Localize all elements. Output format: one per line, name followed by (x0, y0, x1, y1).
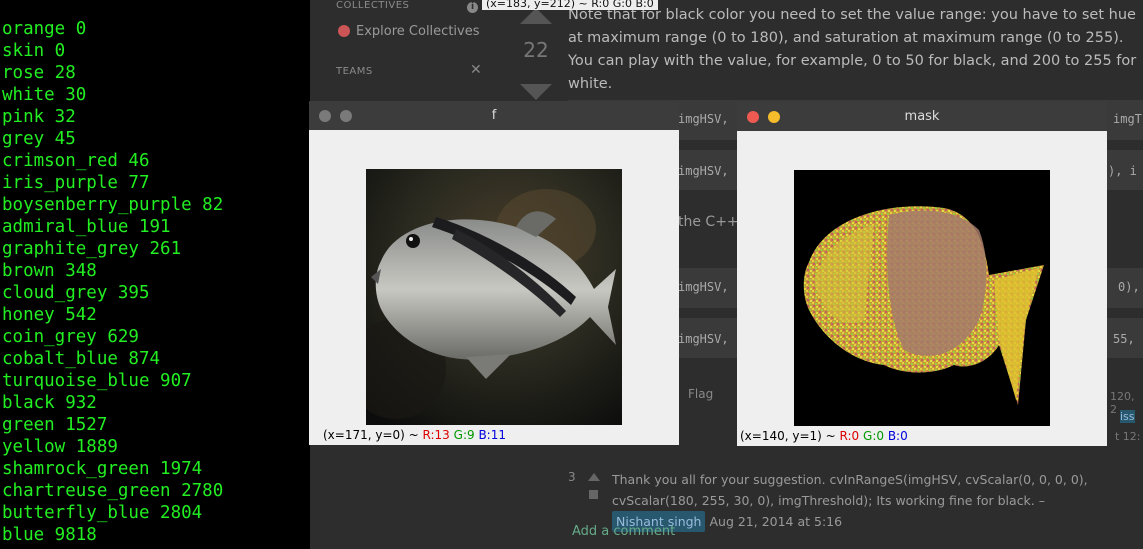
image-window-f: f (x=171, y=0) ~ R:13 G:9 B:11 (309, 101, 679, 445)
add-comment-link[interactable]: Add a comment (572, 524, 675, 539)
terminal-line: cloud_grey 395 (2, 283, 150, 303)
status-blue: B:11 (478, 428, 506, 442)
code-line: 0), (1118, 280, 1140, 294)
code-line: ), i (1108, 164, 1137, 178)
terminal-line: brown 348 (2, 261, 97, 281)
comment-date: Aug 21, 2014 at 5:16 (709, 514, 843, 529)
status-coords: (x=171, y=0) ~ (323, 428, 423, 442)
fish-image[interactable] (366, 169, 622, 425)
comment-score: 3 (568, 470, 576, 484)
terminal-line: cobalt_blue 874 (2, 349, 161, 369)
pixel-status: (x=140, y=1) ~ R:0 G:0 B:0 (740, 429, 908, 443)
window-title: mask (904, 109, 940, 124)
terminal-line: blue 9818 (2, 525, 97, 545)
terminal-line: honey 542 (2, 305, 97, 325)
image-window-mask: mask (x=140, y=1) ~ R:0 G:0 B:0 (737, 102, 1107, 446)
window-title: f (491, 108, 497, 123)
comment-flag-icon[interactable] (589, 490, 598, 499)
terminal-line: admiral_blue 191 (2, 217, 171, 237)
terminal-line: turquoise_blue 907 (2, 371, 192, 391)
mask-image[interactable] (794, 170, 1050, 426)
terminal-line: grey 45 (2, 129, 76, 149)
code-line: imgHSV, (678, 280, 729, 294)
terminal-line: boysenberry_purple 82 (2, 195, 224, 215)
status-blue: B:0 (887, 429, 908, 443)
code-line: 55, (1113, 332, 1135, 346)
terminal-line: graphite_grey 261 (2, 239, 182, 259)
terminal-line: black 932 (2, 393, 97, 413)
status-green: G:9 (453, 428, 475, 442)
pixel-status: (x=171, y=0) ~ R:13 G:9 B:11 (323, 428, 506, 442)
upvote-icon[interactable] (520, 8, 552, 24)
terminal-line: butterfly_blue 2804 (2, 503, 203, 523)
terminal-line: crimson_red 46 (2, 151, 150, 171)
terminal-line: white 30 (2, 85, 87, 105)
terminal-line: coin_grey 629 (2, 327, 139, 347)
terminal-line: chartreuse_green 2780 (2, 481, 224, 501)
terminal-output: orange 0 skin 0 rose 28 white 30 pink 32 grey… (0, 18, 223, 546)
code-line: imgT (1113, 112, 1142, 126)
user-fragment[interactable]: iss (1120, 410, 1135, 423)
status-red: R:13 (422, 428, 450, 442)
explore-collectives-link[interactable]: Explore Collectives (356, 24, 480, 39)
terminal-line: pink 32 (2, 107, 76, 127)
comment-text: Thank you all for your suggestion. cvInR… (612, 472, 1088, 508)
answer-text: Note that for black color you need to se… (568, 7, 1137, 92)
terminal-line: green 1527 (2, 415, 108, 435)
info-icon[interactable]: i (467, 2, 478, 13)
comment: Thank you all for your suggestion. cvInR… (612, 469, 1142, 532)
terminal-line: orange 0 (2, 19, 87, 39)
vote-count: 22 (523, 38, 549, 62)
code-line: imgHSV, (678, 164, 729, 178)
terminal-line: yellow 1889 (2, 437, 118, 457)
terminal-line: skin 0 (2, 41, 66, 61)
close-icon[interactable]: ✕ (470, 62, 482, 78)
collectives-icon (338, 25, 350, 37)
teams-label: TEAMS (336, 66, 373, 77)
terminal-window: orange 0 skin 0 rose 28 white 30 pink 32 grey… (0, 0, 310, 549)
comment-upvote-icon[interactable] (588, 473, 600, 481)
text-fragment: t 12: (1115, 430, 1141, 443)
status-red: R:0 (839, 429, 860, 443)
flag-link[interactable]: Flag (688, 387, 713, 401)
terminal-line: shamrock_green 1974 (2, 459, 203, 479)
window-titlebar[interactable]: f (309, 101, 679, 130)
code-line: imgHSV, (678, 112, 729, 126)
downvote-icon[interactable] (520, 84, 552, 100)
window-titlebar[interactable]: mask (737, 102, 1107, 131)
coordinate-tooltip: (x=183, y=212) ~ R:0 G:0 B:0 (482, 0, 658, 10)
terminal-line: iris_purple 77 (2, 173, 150, 193)
status-coords: (x=140, y=1) ~ (740, 429, 840, 443)
terminal-line: rose 28 (2, 63, 76, 83)
code-line: imgHSV, (678, 332, 729, 346)
status-green: G:0 (863, 429, 884, 443)
collectives-label: COLLECTIVES (336, 0, 410, 11)
